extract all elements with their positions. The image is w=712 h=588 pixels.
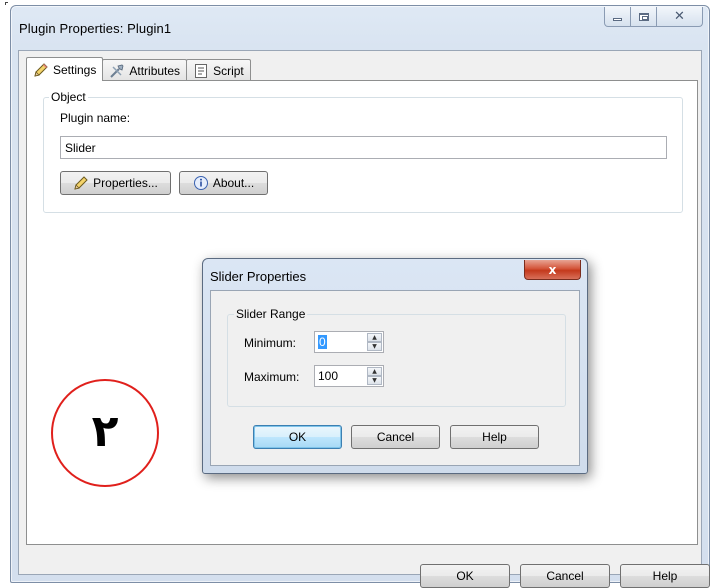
close-button[interactable]: ✕ <box>657 7 703 27</box>
tab-settings[interactable]: Settings <box>26 57 104 81</box>
tab-script[interactable]: Script <box>186 59 251 81</box>
plugin-name-label: Plugin name: <box>60 111 131 125</box>
close-icon: ✕ <box>674 9 685 24</box>
minimum-value: 0 <box>318 335 327 349</box>
pencil-icon <box>34 62 48 77</box>
object-legend: Object <box>49 90 88 104</box>
properties-button-label: Properties... <box>93 176 158 190</box>
object-groupbox: Object Plugin name: Slider Properties... <box>43 90 683 213</box>
help-button[interactable]: Help <box>620 564 710 588</box>
slider-range-legend: Slider Range <box>234 307 308 321</box>
annotation-circle: ٢ <box>51 379 159 487</box>
slider-properties-dialog: Slider Properties x Slider Range Minimum… <box>202 258 588 474</box>
cancel-button[interactable]: Cancel <box>520 564 610 588</box>
info-icon <box>193 176 208 190</box>
about-button-label: About... <box>212 176 255 190</box>
close-icon: x <box>548 262 557 277</box>
dialog-client-area: Slider Range Minimum: 0 ▲ ▼ Maximum: 100… <box>210 290 580 466</box>
corner-mark <box>5 2 8 5</box>
maximize-button[interactable] <box>631 7 657 27</box>
tab-attributes[interactable]: Attributes <box>102 59 188 81</box>
maximum-input[interactable]: 100 ▲ ▼ <box>314 365 384 387</box>
tab-attributes-label: Attributes <box>129 63 181 78</box>
script-icon <box>195 63 208 78</box>
maximum-value: 100 <box>318 369 339 383</box>
tab-script-label: Script <box>213 63 244 78</box>
dialog-title: Slider Properties <box>210 269 307 284</box>
minimum-spinner: ▲ ▼ <box>367 333 382 351</box>
dialog-close-button[interactable]: x <box>524 260 581 280</box>
slider-range-groupbox: Slider Range Minimum: 0 ▲ ▼ Maximum: 100… <box>227 307 566 407</box>
maximize-icon <box>638 12 649 21</box>
minimum-up-button[interactable]: ▲ <box>367 333 382 342</box>
maximum-spinner: ▲ ▼ <box>367 367 382 385</box>
window-title: Plugin Properties: Plugin1 <box>19 21 172 36</box>
minimum-down-button[interactable]: ▼ <box>367 342 382 351</box>
dialog-ok-button[interactable]: OK <box>253 425 342 449</box>
properties-button[interactable]: Properties... <box>60 171 171 195</box>
dialog-help-button[interactable]: Help <box>450 425 539 449</box>
tools-icon <box>110 64 124 78</box>
annotation-numeral: ٢ <box>91 405 119 457</box>
plugin-name-input[interactable]: Slider <box>60 136 667 159</box>
ok-button[interactable]: OK <box>420 564 510 588</box>
dialog-cancel-button[interactable]: Cancel <box>351 425 440 449</box>
maximum-label: Maximum: <box>244 370 300 384</box>
minimum-input[interactable]: 0 ▲ ▼ <box>314 331 384 353</box>
tab-settings-label: Settings <box>53 62 97 77</box>
minimum-label: Minimum: <box>244 336 297 350</box>
minimize-button[interactable] <box>604 7 631 27</box>
tab-strip: Settings Attributes Script <box>26 57 251 81</box>
maximum-down-button[interactable]: ▼ <box>367 376 382 385</box>
title-bar[interactable]: Plugin Properties: Plugin1 ✕ <box>11 6 709 50</box>
pencil-icon <box>74 176 88 190</box>
minimize-icon <box>613 18 622 21</box>
maximum-up-button[interactable]: ▲ <box>367 367 382 376</box>
window-controls: ✕ <box>604 7 703 27</box>
about-button[interactable]: About... <box>179 171 268 195</box>
